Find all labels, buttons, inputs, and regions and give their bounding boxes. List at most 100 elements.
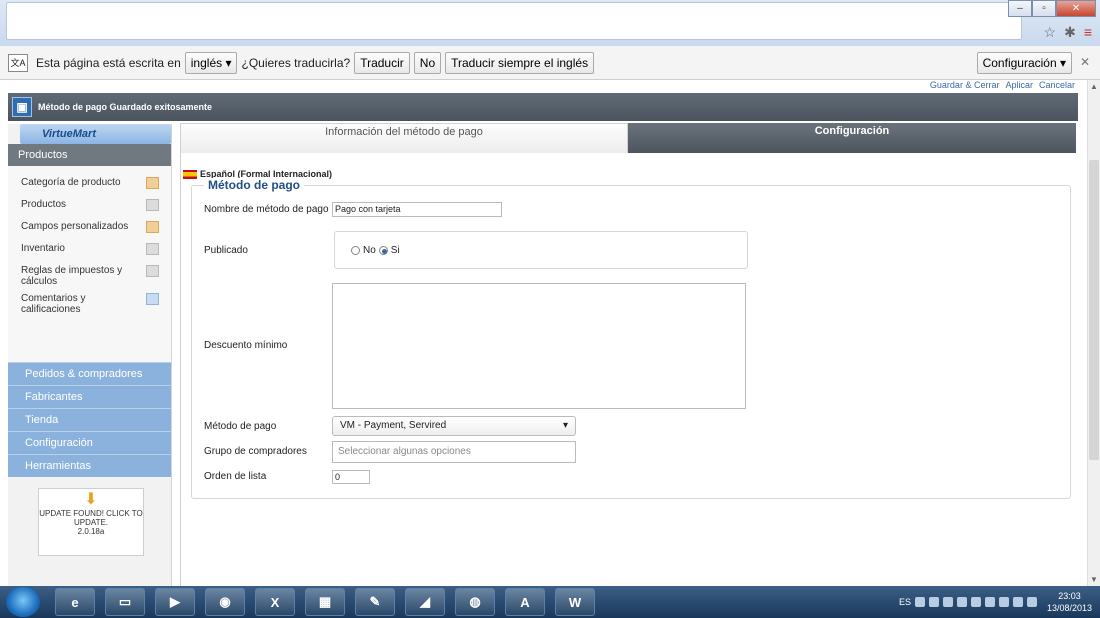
success-message-bar: ▣ Método de pago Guardado exitosamente xyxy=(8,93,1078,121)
category-icon xyxy=(146,177,159,189)
scroll-thumb[interactable] xyxy=(1089,160,1099,460)
taskbar: e ▭ ▶ ◉ X ▦ ✎ ◢ ◍ A W ES 23:03 13/08/201… xyxy=(0,586,1100,618)
sidebar-item-inventory[interactable]: Inventario xyxy=(8,240,171,262)
update-text: UPDATE FOUND! CLICK TO UPDATE. xyxy=(39,509,143,527)
start-button[interactable] xyxy=(6,587,40,617)
virtuemart-logo[interactable]: VirtueMart xyxy=(20,124,171,144)
close-translate-icon[interactable]: ✕ xyxy=(1080,55,1090,69)
tab-payment-info[interactable]: Información del método de pago xyxy=(180,123,628,153)
tray-icon[interactable] xyxy=(970,597,981,607)
published-yes-label: Si xyxy=(390,244,400,256)
tray-icon[interactable] xyxy=(914,597,925,607)
sidebar-item-tools[interactable]: Herramientas xyxy=(8,454,171,477)
update-version: 2.0.18a xyxy=(77,527,105,536)
tray-icon[interactable] xyxy=(956,597,967,607)
sidebar-item-tax-rules[interactable]: Reglas de impuestos y cálculos xyxy=(8,262,171,290)
no-translate-button[interactable]: No xyxy=(413,51,442,74)
name-input[interactable]: Pago con tarjeta xyxy=(332,202,502,217)
maximize-button[interactable]: ▫ xyxy=(1032,0,1056,17)
tray-icon[interactable] xyxy=(1012,597,1023,607)
media-icon[interactable]: ▶ xyxy=(155,588,195,616)
notes-icon[interactable]: ◢ xyxy=(405,588,445,616)
scroll-up-icon[interactable]: ▲ xyxy=(1090,82,1098,91)
scroll-down-icon[interactable]: ▼ xyxy=(1090,575,1098,584)
save-close-link[interactable]: Guardar & Cerrar xyxy=(930,80,1000,90)
sidebar-item-configuration[interactable]: Configuración xyxy=(8,431,171,454)
name-label: Nombre de método de pago xyxy=(204,204,329,215)
translate-question: ¿Quieres traducirla? xyxy=(241,55,351,70)
page-content: Guardar & Cerrar Aplicar Cancelar ▣ Méto… xyxy=(0,80,1087,586)
clock[interactable]: 23:03 13/08/2013 xyxy=(1047,590,1092,614)
address-bar[interactable] xyxy=(6,2,1022,40)
acrobat-icon[interactable]: A xyxy=(505,588,545,616)
tray-icon[interactable] xyxy=(984,597,995,607)
discount-textarea[interactable] xyxy=(332,283,746,409)
gimp-icon[interactable]: ✎ xyxy=(355,588,395,616)
calculator-icon xyxy=(146,265,159,277)
system-tray: ES 23:03 13/08/2013 xyxy=(899,588,1092,616)
group-select[interactable]: Seleccionar algunas opciones xyxy=(332,441,576,463)
tray-icon[interactable] xyxy=(928,597,939,607)
update-arrow-icon: ⬇ xyxy=(84,491,98,508)
word-icon[interactable]: W xyxy=(555,588,595,616)
language-indicator-tray[interactable]: ES xyxy=(899,597,911,607)
comments-icon xyxy=(146,293,159,305)
tab-configuration[interactable]: Configuración xyxy=(628,123,1076,153)
extension-icon[interactable]: ✱ xyxy=(1064,24,1076,41)
cancel-link[interactable]: Cancelar xyxy=(1039,80,1075,90)
published-yes-radio[interactable] xyxy=(378,245,388,255)
fieldset-legend: Método de pago xyxy=(204,178,304,192)
translate-prefix: Esta página está escrita en xyxy=(36,55,181,70)
order-label: Orden de lista xyxy=(204,471,267,482)
products-icon xyxy=(146,199,159,211)
network-icon[interactable]: ▦ xyxy=(305,588,345,616)
language-select[interactable]: inglés ▾ xyxy=(184,51,238,74)
close-button[interactable]: ✕ xyxy=(1056,0,1096,17)
sidebar-item-custom-fields[interactable]: Campos personalizados xyxy=(8,218,171,240)
sidebar: VirtueMart Productos Categoría de produc… xyxy=(8,124,172,586)
group-label: Grupo de compradores xyxy=(204,446,307,457)
save-icon: ▣ xyxy=(12,97,32,117)
chevron-down-icon: ▾ xyxy=(562,420,568,431)
method-select[interactable]: VM - Payment, Servired ▾ xyxy=(332,416,576,436)
ie-icon[interactable]: e xyxy=(55,588,95,616)
screen: – ▫ ✕ ☆ ✱ ≡ 文A Esta página está escrita … xyxy=(0,0,1100,618)
update-button[interactable]: ⬇ UPDATE FOUND! CLICK TO UPDATE. 2.0.18a xyxy=(38,488,144,556)
success-message: Método de pago Guardado exitosamente xyxy=(38,102,213,112)
chrome-icon[interactable]: ◉ xyxy=(205,588,245,616)
sidebar-item-products[interactable]: Productos xyxy=(8,196,171,218)
sidebar-item-shop[interactable]: Tienda xyxy=(8,408,171,431)
translate-button[interactable]: Traducir xyxy=(354,51,410,74)
published-radio-group: No Si xyxy=(334,231,748,269)
always-translate-button[interactable]: Traducir siempre el inglés xyxy=(445,51,595,74)
sidebar-item-manufacturers[interactable]: Fabricantes xyxy=(8,385,171,408)
window-controls: – ▫ ✕ xyxy=(1008,0,1096,18)
menu-icon[interactable]: ≡ xyxy=(1084,24,1092,41)
published-no-radio[interactable] xyxy=(351,245,360,255)
method-label: Método de pago xyxy=(204,421,277,432)
tray-icon[interactable] xyxy=(942,597,953,607)
sidebar-item-categories[interactable]: Categoría de producto xyxy=(8,174,171,196)
translate-config-button[interactable]: Configuración ▾ xyxy=(976,52,1072,74)
browser-titlebar: – ▫ ✕ ☆ ✱ ≡ xyxy=(0,0,1100,46)
order-input[interactable]: 0 xyxy=(332,470,370,484)
toolbar-links: Guardar & Cerrar Aplicar Cancelar xyxy=(930,80,1075,90)
firefox-icon[interactable]: ◍ xyxy=(455,588,495,616)
spain-flag-icon xyxy=(183,169,197,179)
excel-icon[interactable]: X xyxy=(255,588,295,616)
browser-icons: ☆ ✱ ≡ xyxy=(1044,24,1092,41)
sidebar-item-reviews[interactable]: Comentarios y calificaciones xyxy=(8,290,171,318)
payment-form: Español (Formal Internacional) Método de… xyxy=(180,153,1076,586)
sidebar-item-orders[interactable]: Pedidos & compradores xyxy=(8,362,171,385)
tray-icon[interactable] xyxy=(998,597,1009,607)
sidebar-section-products[interactable]: Productos xyxy=(8,144,171,166)
star-icon[interactable]: ☆ xyxy=(1044,24,1057,41)
minimize-button[interactable]: – xyxy=(1008,0,1032,17)
tray-icon[interactable] xyxy=(1026,597,1037,607)
published-no-label: No xyxy=(363,244,376,256)
translate-bar: 文A Esta página está escrita en inglés ▾ … xyxy=(0,46,1100,80)
apply-link[interactable]: Aplicar xyxy=(1005,80,1033,90)
inventory-icon xyxy=(146,243,159,255)
page-scrollbar[interactable]: ▲ ▼ xyxy=(1087,80,1100,586)
explorer-icon[interactable]: ▭ xyxy=(105,588,145,616)
